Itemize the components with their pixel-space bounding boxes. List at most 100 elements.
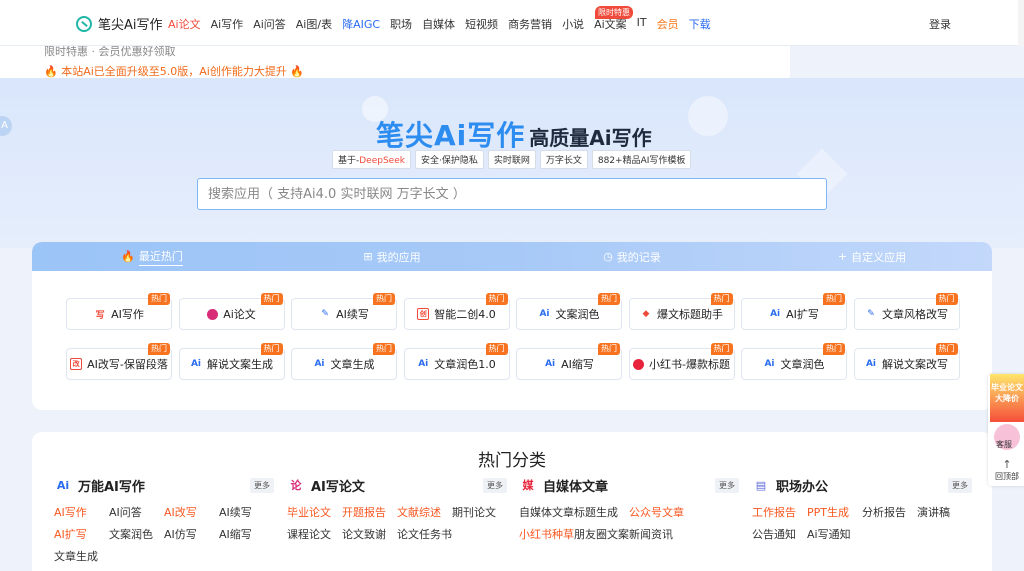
category-link[interactable]: 朋友圈文案 [574,526,629,542]
app-label: AI改写-保留段落 [87,358,168,371]
app-card[interactable]: 创智能二创4.0 热门 [403,293,510,330]
customer-service-label[interactable]: 客服 [996,439,1012,450]
app-label: 爆文标题助手 [657,308,723,321]
app-card[interactable]: Ai论文 热门 [178,293,285,330]
site-logo[interactable]: 笔尖Ai写作 [76,14,163,33]
category-link[interactable]: AI续写 [219,504,274,520]
app-label: 文章风格改写 [882,308,948,321]
app-card[interactable]: 小红书-爆款标题 热门 [628,343,735,380]
back-to-top[interactable]: ↑ 回顶部 [990,458,1024,482]
app-card[interactable]: ◆ 爆文标题助手 热门 [628,293,735,330]
more-button[interactable]: 更多 [948,478,972,493]
feature-tag: 实时联网 [487,150,536,169]
category-link[interactable]: 分析报告 [862,504,917,520]
category-link[interactable]: 文献综述 [397,504,452,520]
category-link[interactable]: 期刊论文 [452,504,507,520]
more-button[interactable]: 更多 [250,478,274,493]
category-link[interactable]: 文案润色 [109,526,164,542]
category-link[interactable]: AI改写 [164,504,219,520]
search-box[interactable] [197,178,827,210]
nav-item[interactable]: 自媒体 [422,16,455,32]
notice-line-1[interactable]: 限时特惠 · 会员优惠好领取 [44,46,176,59]
continue-icon: ✎ [321,309,329,319]
category-link[interactable]: 公告通知 [752,526,807,542]
more-button[interactable]: 更多 [483,478,507,493]
nav-item[interactable]: Ai图/表 [296,16,332,32]
app-card[interactable]: Ai AI缩写 热门 [516,343,622,380]
nav-item[interactable]: Ai写作 [211,16,244,32]
tab-1[interactable]: 🔥 最近热门 [32,248,272,266]
tab-3[interactable]: ◷ 我的记录 [512,249,752,265]
category-column: 论 AI写论文 更多 毕业论文 开题报告 文献综述 期刊论文课程论文 论文致谢 论文任务书 [287,476,507,542]
nav-item[interactable]: 商务营销 [508,16,552,32]
category-link[interactable]: 毕业论文 [287,504,342,520]
app-label: 文章润色1.0 [434,358,496,371]
app-card[interactable]: Ai 文章生成 热门 [291,343,397,380]
hot-badge: 热门 [935,293,958,305]
category-link[interactable]: 公众号文章 [629,504,684,520]
nav-item[interactable]: IT [637,16,647,32]
promo-ad[interactable]: 毕业论文大降价 [990,374,1024,422]
nav-item[interactable]: Ai论文 [168,16,201,32]
category-link[interactable]: 开题报告 [342,504,397,520]
nav-item[interactable]: Ai问答 [253,16,286,32]
category-header: 论 AI写论文 更多 [287,476,507,495]
category-link[interactable]: 论文致谢 [342,526,397,542]
ai-icon: Ai [764,359,775,369]
category-link[interactable] [684,504,739,520]
search-input[interactable] [198,179,826,209]
app-card[interactable]: Ai 文章润色 热门 [741,343,847,380]
recreate-icon: 创 [417,308,430,320]
category-items: 毕业论文 开题报告 文献综述 期刊论文课程论文 论文致谢 论文任务书 [287,504,507,542]
category-header: ▤ 职场办公 更多 [752,476,972,495]
nav-item[interactable]: 职场 [390,16,412,32]
ai-icon: Ai [56,478,70,492]
category-link[interactable]: 课程论文 [287,526,342,542]
hero-title-brand: 笔尖Ai写作 [376,119,526,152]
app-card[interactable]: ✎ 文章风格改写 热门 [853,293,960,330]
app-card[interactable]: ✎ AI续写 热门 [291,293,397,330]
category-link[interactable]: AI仿写 [164,526,219,542]
tab-4[interactable]: + 自定义应用 [752,249,992,265]
category-link[interactable]: AI问答 [109,504,164,520]
nav-item[interactable]: 短视频 [465,16,498,32]
notice-line-2[interactable]: 🔥 本站Ai已全面升级至5.0版，Ai创作能力大提升 🔥 [44,63,304,78]
feature-tag: 万字长文 [539,150,588,169]
category-link[interactable]: 标题生成 [574,504,629,520]
category-link[interactable]: 工作报告 [752,504,807,520]
category-link[interactable]: AI缩写 [219,526,274,542]
login-link[interactable]: 登录 [929,16,951,32]
nav-item[interactable]: 降AIGC [342,16,380,32]
app-card[interactable]: Ai 解说文案生成 热门 [178,343,285,380]
category-link[interactable]: 文章生成 [54,548,109,564]
category-link[interactable]: AI扩写 [54,526,109,542]
tab-2[interactable]: ⊞ 我的应用 [272,249,512,265]
paper-icon: 论 [290,479,302,492]
scrollbar[interactable] [1018,0,1024,46]
logo-pen-icon [76,15,92,32]
category-link[interactable]: Ai写通知 [807,526,862,542]
category-link[interactable]: 自媒体文章 [519,504,574,520]
app-card[interactable]: Ai 解说文案改写 热门 [853,343,960,380]
app-card[interactable]: 改 AI改写-保留段落 热门 [66,343,172,380]
nav-item[interactable]: 会员 [657,16,679,32]
app-card[interactable]: Ai 文案润色 热门 [516,293,622,330]
nav-item[interactable]: 小说 [562,16,584,32]
hot-badge: 热门 [710,343,733,355]
more-button[interactable]: 更多 [715,478,739,493]
category-link[interactable]: 论文任务书 [397,526,452,542]
category-link[interactable]: PPT生成 [807,504,862,520]
feature-tag: 安全·保护隐私 [414,150,484,169]
nav-item[interactable]: 下载 [689,16,711,32]
pen-icon: 写 [95,310,105,321]
category-link[interactable]: 新闻资讯 [629,526,684,542]
category-link[interactable]: 小红书种草 [519,526,574,542]
app-label: 智能二创4.0 [434,308,496,321]
app-card[interactable]: Ai 文章润色1.0 热门 [403,343,510,380]
category-link[interactable]: 演讲稿 [917,504,972,520]
app-card[interactable]: 写 AI写作 热门 [66,293,172,330]
hot-badge: 热门 [598,343,620,355]
paper-icon [207,308,219,320]
category-link[interactable]: AI写作 [54,504,109,520]
app-card[interactable]: Ai AI扩写 热门 [741,293,847,330]
